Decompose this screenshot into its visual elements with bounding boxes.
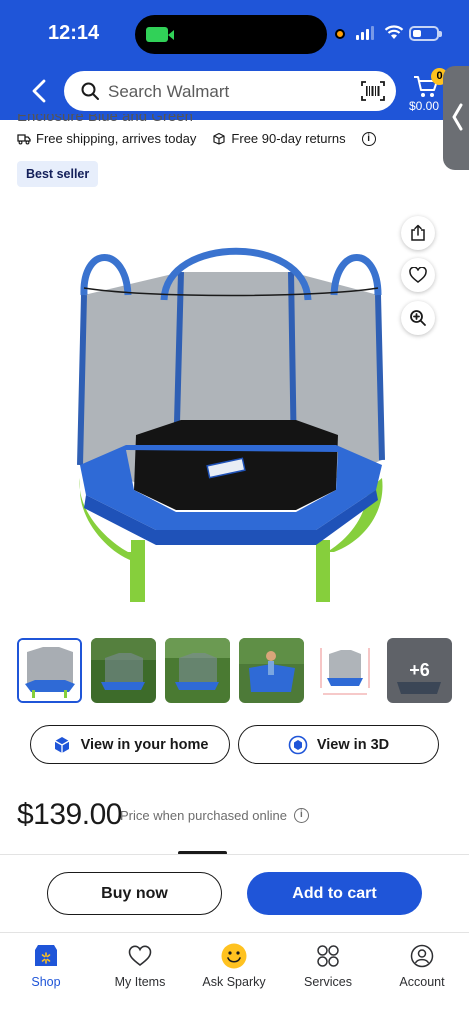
tab-label: Shop	[31, 975, 61, 989]
wifi-icon	[384, 25, 404, 39]
heart-icon	[409, 267, 427, 283]
share-icon	[411, 224, 425, 241]
status-time: 12:14	[48, 22, 100, 44]
info-icon[interactable]: i	[293, 808, 309, 823]
thumbnail-image	[91, 638, 156, 703]
thumbnail-4[interactable]	[239, 638, 304, 703]
product-image[interactable]	[66, 240, 396, 610]
thumbnail-image	[19, 640, 80, 701]
thumbnail-5[interactable]	[313, 638, 378, 703]
image-thumbnails: +6	[17, 638, 452, 703]
product-price: $139.00	[17, 798, 122, 831]
account-icon	[409, 943, 435, 969]
view-in-home-label: View in your home	[80, 736, 209, 753]
services-icon	[315, 943, 341, 969]
zoom-in-icon	[410, 310, 426, 326]
thumbnail-2[interactable]	[91, 638, 156, 703]
search-placeholder: Search Walmart	[108, 82, 230, 101]
buy-now-button[interactable]: Buy now	[47, 872, 222, 915]
best-seller-badge: Best seller	[17, 161, 99, 187]
view-in-3d-button[interactable]: View in 3D	[238, 725, 439, 764]
3d-rotate-icon	[288, 735, 308, 754]
purchase-action-bar: Buy now Add to cart	[0, 854, 469, 932]
barcode-scanner-icon[interactable]	[360, 80, 386, 102]
view-in-3d-label: View in 3D	[316, 736, 390, 753]
zoom-button[interactable]	[401, 301, 435, 335]
info-icon[interactable]: i	[361, 131, 376, 146]
thumbnail-1[interactable]	[17, 638, 82, 703]
price-note-text: Price when purchased online	[120, 808, 287, 823]
dynamic-island	[135, 15, 327, 54]
tab-services[interactable]: Services	[283, 943, 373, 989]
price-note: Price when purchased online i	[120, 808, 309, 823]
tab-label: Account	[399, 975, 445, 989]
sparky-icon	[221, 943, 247, 969]
back-button[interactable]	[26, 76, 54, 106]
side-panel-handle[interactable]	[443, 66, 469, 170]
ar-cube-icon	[54, 736, 69, 753]
header-bar: Search Walmart 0 $0.00	[0, 66, 469, 120]
shipping-text: Free shipping, arrives today	[36, 131, 197, 146]
thumbnail-image	[239, 638, 304, 703]
cart-total: $0.00	[409, 99, 440, 113]
thumbnail-more[interactable]: +6	[387, 638, 452, 703]
search-icon	[81, 82, 99, 100]
add-to-cart-button[interactable]: Add to cart	[247, 872, 422, 915]
thumbnail-3[interactable]	[165, 638, 230, 703]
bottom-tab-bar: Shop My Items Ask Sparky Services Accoun…	[0, 932, 469, 1020]
share-button[interactable]	[401, 216, 435, 250]
tab-label: Ask Sparky	[202, 975, 266, 989]
favorite-button[interactable]	[401, 258, 435, 292]
more-images-count: +6	[409, 660, 430, 680]
tab-label: Services	[304, 975, 352, 989]
product-title: Enclosure Blue and Green	[17, 114, 193, 124]
thumbnail-image	[165, 638, 230, 703]
facetime-camera-icon	[146, 27, 168, 42]
return-box-icon	[213, 132, 226, 145]
thumbnail-image	[313, 638, 378, 703]
tab-ask-sparky[interactable]: Ask Sparky	[189, 943, 279, 989]
search-input[interactable]: Search Walmart	[64, 71, 396, 111]
shop-icon	[33, 943, 59, 969]
tab-account[interactable]: Account	[377, 943, 467, 989]
chevron-left-icon	[452, 103, 463, 131]
heart-icon	[127, 943, 153, 969]
privacy-indicator-icon	[335, 29, 345, 39]
returns-info: Free 90-day returns	[212, 131, 346, 146]
tab-shop[interactable]: Shop	[1, 943, 91, 989]
tab-my-items[interactable]: My Items	[95, 943, 185, 989]
cellular-signal-icon	[356, 26, 374, 40]
view-in-home-button[interactable]: View in your home	[30, 725, 230, 764]
battery-icon	[409, 26, 442, 41]
status-bar: 12:14	[0, 0, 469, 66]
shipping-info: Free shipping, arrives today	[17, 131, 196, 146]
tab-label: My Items	[114, 975, 166, 989]
truck-icon	[17, 133, 31, 144]
fulfillment-row: Free shipping, arrives today Free 90-day…	[17, 131, 376, 146]
chevron-left-icon	[32, 79, 46, 103]
returns-text: Free 90-day returns	[231, 131, 346, 146]
